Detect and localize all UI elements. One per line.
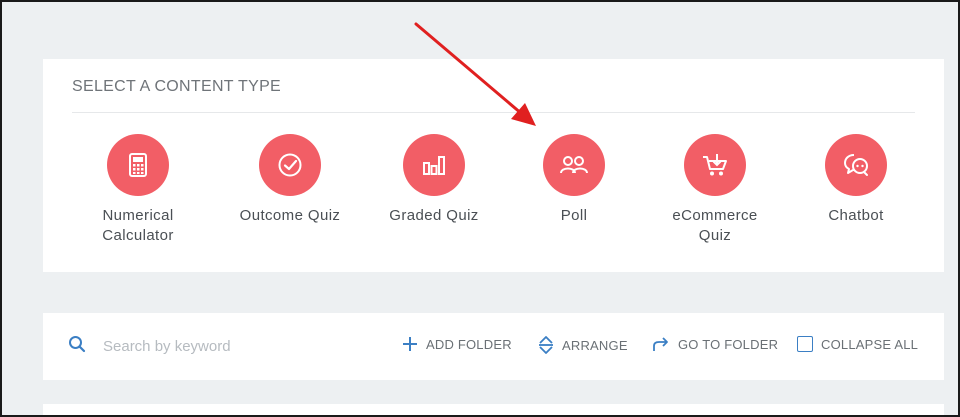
label-line-1: Chatbot bbox=[828, 207, 884, 224]
redirect-arrow-icon bbox=[652, 336, 670, 352]
panel-title: SELECT A CONTENT TYPE bbox=[72, 78, 282, 95]
content-toolbar: ADD FOLDER ARRANGE GO TO FOLDER COLLAPSE… bbox=[43, 313, 944, 380]
content-type-label: eCommerce Quiz bbox=[645, 206, 785, 246]
divider bbox=[72, 112, 915, 113]
frame-border-left bbox=[0, 0, 2, 417]
plus-icon bbox=[402, 336, 418, 352]
content-type-poll[interactable]: Poll bbox=[504, 134, 644, 226]
search-box[interactable] bbox=[68, 335, 305, 358]
label-line-1: eCommerce bbox=[672, 207, 758, 224]
label-line-1: Graded Quiz bbox=[389, 207, 479, 224]
collapse-all-checkbox[interactable] bbox=[797, 336, 813, 352]
content-type-chatbot[interactable]: Chatbot bbox=[786, 134, 926, 226]
label-line-1: Poll bbox=[560, 207, 588, 224]
chat-bubble-icon bbox=[825, 134, 887, 196]
content-type-graded-quiz[interactable]: Graded Quiz bbox=[364, 134, 504, 226]
arrange-label: ARRANGE bbox=[562, 337, 628, 353]
search-icon bbox=[68, 335, 86, 358]
go-to-folder-label: GO TO FOLDER bbox=[678, 336, 779, 352]
add-folder-label: ADD FOLDER bbox=[426, 336, 512, 352]
collapse-all-toggle[interactable]: COLLAPSE ALL bbox=[797, 336, 918, 352]
go-to-folder-button[interactable]: GO TO FOLDER bbox=[652, 336, 778, 352]
label-line-2: Quiz bbox=[698, 227, 732, 244]
frame-border-top bbox=[0, 0, 960, 2]
label-line-1: Outcome Quiz bbox=[239, 207, 341, 224]
content-type-label: Numerical Calculator bbox=[68, 206, 208, 246]
cart-icon bbox=[684, 134, 746, 196]
sort-arrows-icon bbox=[538, 336, 554, 354]
arrange-button[interactable]: ARRANGE bbox=[538, 336, 628, 354]
label-line-2: Calculator bbox=[102, 227, 174, 244]
calculator-icon bbox=[107, 134, 169, 196]
collapse-all-label: COLLAPSE ALL bbox=[821, 336, 919, 352]
content-type-label: Outcome Quiz bbox=[220, 206, 360, 226]
content-type-label: Poll bbox=[504, 206, 644, 226]
label-line-1: Numerical bbox=[102, 207, 174, 224]
content-type-label: Graded Quiz bbox=[364, 206, 504, 226]
content-type-panel: SELECT A CONTENT TYPE Numerical Calculat… bbox=[43, 59, 944, 272]
add-folder-button[interactable]: ADD FOLDER bbox=[402, 336, 512, 352]
content-type-list: Numerical Calculator Outcome Quiz Graded… bbox=[43, 134, 944, 264]
content-type-label: Chatbot bbox=[786, 206, 926, 226]
content-type-numerical-calculator[interactable]: Numerical Calculator bbox=[68, 134, 208, 246]
content-type-ecommerce-quiz[interactable]: eCommerce Quiz bbox=[645, 134, 785, 246]
check-circle-icon bbox=[259, 134, 321, 196]
search-input[interactable] bbox=[101, 337, 305, 356]
people-icon bbox=[543, 134, 605, 196]
bar-chart-icon bbox=[403, 134, 465, 196]
content-type-outcome-quiz[interactable]: Outcome Quiz bbox=[220, 134, 360, 226]
